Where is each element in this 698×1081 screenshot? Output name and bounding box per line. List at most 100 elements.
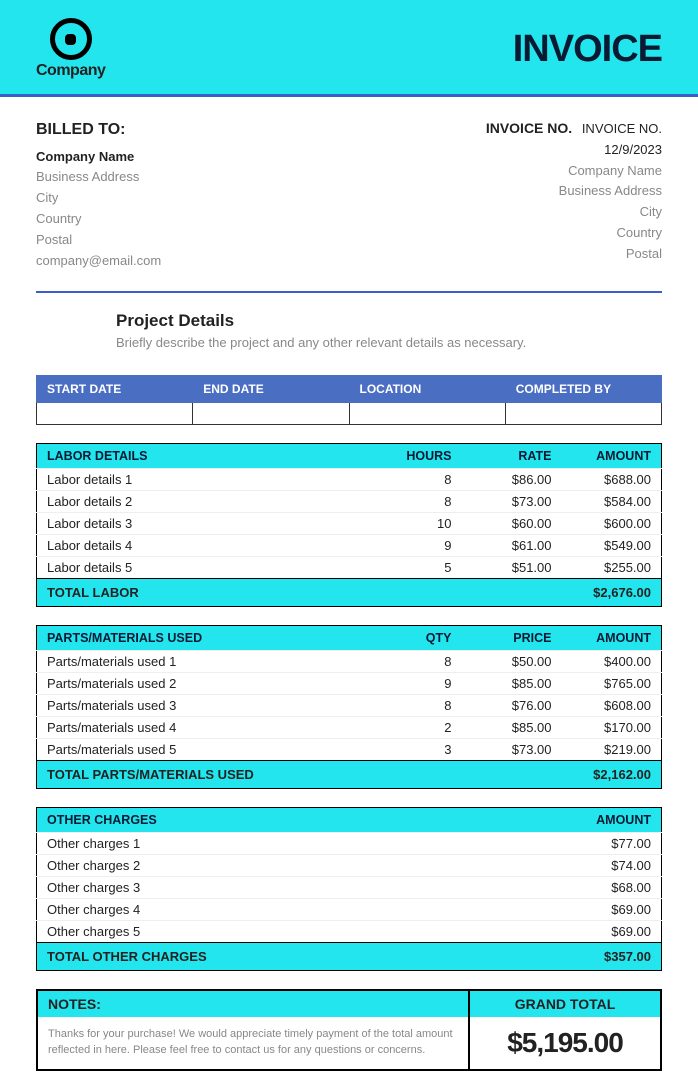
parts-header-price: PRICE	[462, 626, 562, 651]
table-cell: Parts/materials used 4	[37, 717, 381, 739]
table-row: Labor details 55$51.00$255.00	[37, 557, 662, 579]
labor-total-label: TOTAL LABOR	[37, 579, 562, 607]
table-cell: $219.00	[562, 739, 662, 761]
parts-header-amount: AMOUNT	[562, 626, 662, 651]
billed-to-address: Business Address	[36, 167, 161, 188]
info-header-location: LOCATION	[349, 376, 505, 403]
project-info-table: START DATE END DATE LOCATION COMPLETED B…	[36, 375, 662, 425]
table-row: Labor details 49$61.00$549.00	[37, 535, 662, 557]
billed-to-postal: Postal	[36, 230, 161, 251]
billed-to-company: Company Name	[36, 147, 161, 168]
parts-total-value: $2,162.00	[562, 761, 662, 789]
table-cell: $600.00	[562, 513, 662, 535]
invoice-postal: Postal	[486, 244, 662, 265]
invoice-city: City	[486, 202, 662, 223]
parts-body: Parts/materials used 18$50.00$400.00Part…	[37, 651, 662, 761]
table-row: Parts/materials used 18$50.00$400.00	[37, 651, 662, 673]
table-cell: Labor details 1	[37, 469, 381, 491]
table-row: Other charges 4$69.00	[37, 899, 662, 921]
table-cell: Parts/materials used 1	[37, 651, 381, 673]
table-row: Parts/materials used 29$85.00$765.00	[37, 673, 662, 695]
info-cell-location[interactable]	[349, 403, 505, 425]
table-row: Other charges 3$68.00	[37, 877, 662, 899]
info-cell-end[interactable]	[193, 403, 349, 425]
info-header-completed: COMPLETED BY	[505, 376, 661, 403]
info-cell-start[interactable]	[37, 403, 193, 425]
table-cell: $608.00	[562, 695, 662, 717]
invoice-company: Company Name	[486, 161, 662, 182]
table-cell: Other charges 2	[37, 855, 562, 877]
table-cell: $170.00	[562, 717, 662, 739]
billed-to-block: BILLED TO: Company Name Business Address…	[36, 117, 161, 271]
table-cell: $549.00	[562, 535, 662, 557]
billed-to-country: Country	[36, 209, 161, 230]
invoice-info-block: INVOICE NO. INVOICE NO. 12/9/2023 Compan…	[486, 117, 662, 271]
project-block: Project Details Briefly describe the pro…	[116, 311, 662, 350]
labor-table: LABOR DETAILS HOURS RATE AMOUNT Labor de…	[36, 443, 662, 607]
other-total-label: TOTAL OTHER CHARGES	[37, 943, 562, 971]
labor-header-hours: HOURS	[380, 444, 461, 469]
divider	[36, 291, 662, 293]
table-cell: $85.00	[462, 673, 562, 695]
labor-total-value: $2,676.00	[562, 579, 662, 607]
table-cell: $255.00	[562, 557, 662, 579]
table-cell: Parts/materials used 2	[37, 673, 381, 695]
table-row: Labor details 18$86.00$688.00	[37, 469, 662, 491]
table-row: Other charges 1$77.00	[37, 833, 662, 855]
other-header-details: OTHER CHARGES	[37, 808, 562, 833]
table-cell: $74.00	[562, 855, 662, 877]
table-row: Labor details 310$60.00$600.00	[37, 513, 662, 535]
labor-body: Labor details 18$86.00$688.00Labor detai…	[37, 469, 662, 579]
logo-text: Company	[36, 62, 105, 80]
table-row: Parts/materials used 42$85.00$170.00	[37, 717, 662, 739]
other-total-value: $357.00	[562, 943, 662, 971]
table-cell: $69.00	[562, 899, 662, 921]
billed-to-heading: BILLED TO:	[36, 117, 161, 143]
table-cell: Other charges 3	[37, 877, 562, 899]
table-cell: 8	[380, 651, 461, 673]
table-cell: 9	[380, 535, 461, 557]
table-cell: 5	[380, 557, 461, 579]
info-cell-completed[interactable]	[505, 403, 661, 425]
invoice-title: INVOICE	[513, 28, 662, 71]
invoice-no-label: INVOICE NO.	[486, 120, 572, 136]
logo-icon	[50, 18, 92, 60]
other-table: OTHER CHARGES AMOUNT Other charges 1$77.…	[36, 807, 662, 971]
project-heading: Project Details	[116, 311, 662, 331]
table-cell: $69.00	[562, 921, 662, 943]
logo-area: Company	[36, 18, 105, 80]
table-cell: 8	[380, 695, 461, 717]
other-body: Other charges 1$77.00Other charges 2$74.…	[37, 833, 662, 943]
table-cell: Labor details 2	[37, 491, 381, 513]
notes-body: Thanks for your purchase! We would appre…	[38, 1017, 468, 1068]
parts-table: PARTS/MATERIALS USED QTY PRICE AMOUNT Pa…	[36, 625, 662, 789]
grand-total-block: GRAND TOTAL $5,195.00	[470, 991, 660, 1069]
billed-to-city: City	[36, 188, 161, 209]
footer-row: NOTES: Thanks for your purchase! We woul…	[36, 989, 662, 1071]
table-cell: $77.00	[562, 833, 662, 855]
table-row: Parts/materials used 38$76.00$608.00	[37, 695, 662, 717]
table-cell: 9	[380, 673, 461, 695]
table-cell: $85.00	[462, 717, 562, 739]
grand-total-value: $5,195.00	[470, 1017, 660, 1069]
table-row: Parts/materials used 53$73.00$219.00	[37, 739, 662, 761]
top-info-row: BILLED TO: Company Name Business Address…	[36, 117, 662, 271]
table-cell: Labor details 5	[37, 557, 381, 579]
billed-to-email: company@email.com	[36, 251, 161, 272]
table-cell: $73.00	[462, 739, 562, 761]
table-cell: $400.00	[562, 651, 662, 673]
table-cell: 3	[380, 739, 461, 761]
table-cell: Parts/materials used 5	[37, 739, 381, 761]
table-cell: $86.00	[462, 469, 562, 491]
invoice-date: 12/9/2023	[486, 140, 662, 161]
table-cell: Labor details 4	[37, 535, 381, 557]
header-bar: Company INVOICE	[0, 0, 698, 97]
other-header-amount: AMOUNT	[562, 808, 662, 833]
invoice-address: Business Address	[486, 181, 662, 202]
grand-total-heading: GRAND TOTAL	[470, 991, 660, 1017]
table-cell: $73.00	[462, 491, 562, 513]
project-desc: Briefly describe the project and any oth…	[116, 335, 662, 350]
table-cell: 10	[380, 513, 461, 535]
labor-header-details: LABOR DETAILS	[37, 444, 381, 469]
parts-header-qty: QTY	[380, 626, 461, 651]
